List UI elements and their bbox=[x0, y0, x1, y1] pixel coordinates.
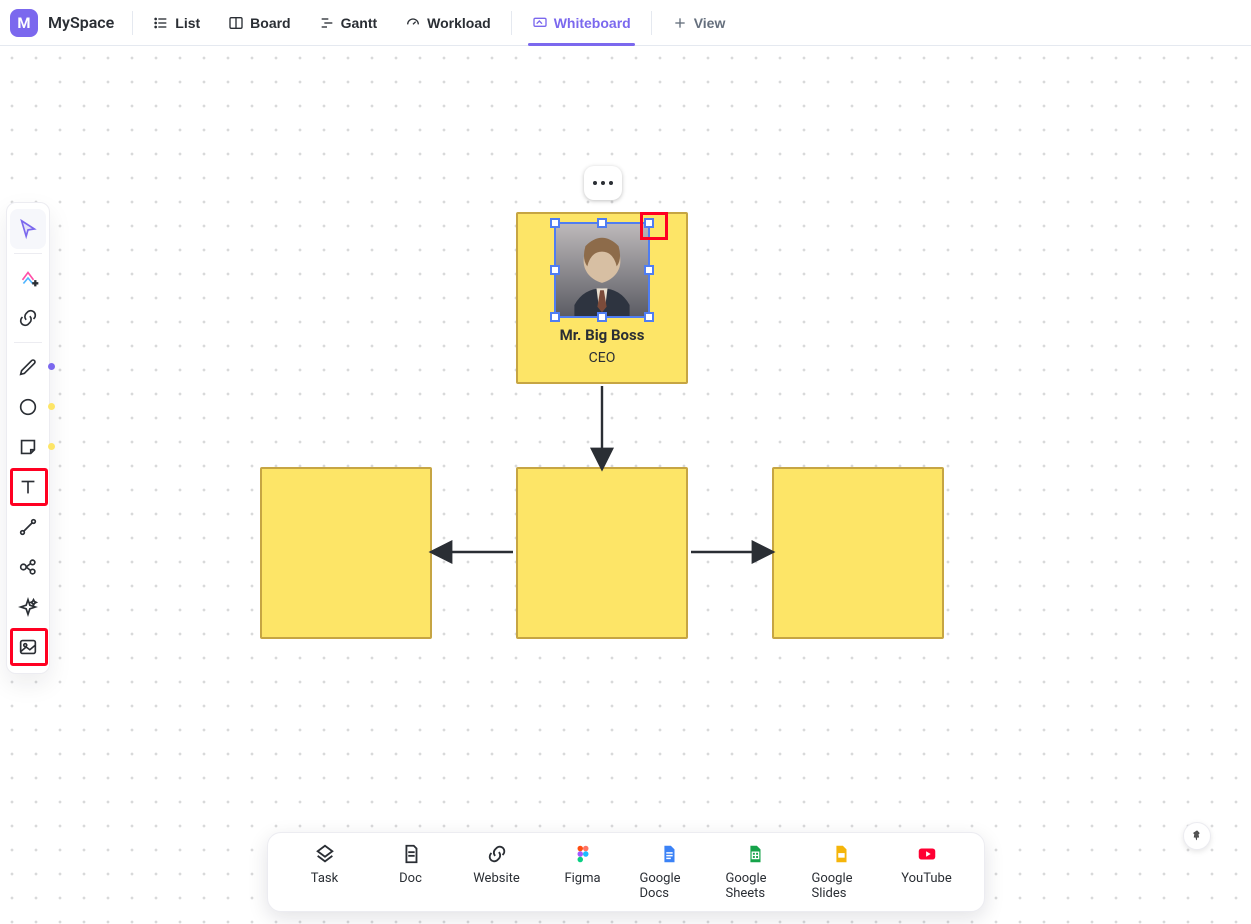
tab-board-label: Board bbox=[250, 15, 290, 31]
tool-shape[interactable] bbox=[10, 387, 46, 427]
shelf-gdocs[interactable]: Google Docs bbox=[640, 843, 698, 901]
sticky-icon bbox=[17, 436, 39, 458]
svg-text:+: + bbox=[33, 278, 38, 288]
gslides-icon bbox=[830, 843, 852, 865]
shelf-gdocs-label: Google Docs bbox=[640, 871, 698, 901]
tool-ai[interactable] bbox=[10, 587, 46, 627]
text-icon bbox=[17, 476, 39, 498]
plus-icon bbox=[672, 15, 688, 31]
whiteboard-icon bbox=[532, 15, 548, 31]
link-icon bbox=[17, 307, 39, 329]
side-toolbar: + bbox=[6, 202, 50, 674]
shelf-website[interactable]: Website bbox=[468, 843, 526, 901]
space-name[interactable]: MySpace bbox=[48, 13, 114, 32]
shelf-gslides-label: Google Slides bbox=[812, 871, 870, 901]
gantt-icon bbox=[319, 15, 335, 31]
add-view-label: View bbox=[694, 15, 726, 31]
figma-icon bbox=[572, 843, 594, 865]
tool-link[interactable] bbox=[10, 298, 46, 338]
shelf-doc-label: Doc bbox=[399, 871, 422, 886]
doc-icon bbox=[400, 843, 422, 865]
shelf-gsheets[interactable]: Google Sheets bbox=[726, 843, 784, 901]
pen-icon bbox=[17, 356, 39, 378]
separator bbox=[511, 11, 512, 35]
top-header: M MySpace List Board Gantt Workload Whit… bbox=[0, 0, 1251, 46]
shelf-figma[interactable]: Figma bbox=[554, 843, 612, 901]
gsheets-icon bbox=[744, 843, 766, 865]
tool-connector[interactable] bbox=[10, 507, 46, 547]
ceo-name: Mr. Big Boss bbox=[560, 326, 645, 344]
person-illustration bbox=[556, 224, 648, 316]
tab-whiteboard-label: Whiteboard bbox=[554, 15, 631, 31]
resize-handle-w[interactable] bbox=[550, 265, 560, 275]
tool-group[interactable] bbox=[10, 547, 46, 587]
website-icon bbox=[486, 843, 508, 865]
image-icon bbox=[17, 636, 39, 658]
tab-workload[interactable]: Workload bbox=[393, 1, 503, 45]
org-card-ceo[interactable]: Mr. Big Boss CEO bbox=[516, 212, 688, 384]
resize-handle-s[interactable] bbox=[597, 312, 607, 322]
tool-image[interactable] bbox=[10, 627, 46, 667]
pen-color-dot bbox=[48, 363, 55, 370]
pin-shelf-button[interactable] bbox=[1183, 822, 1211, 850]
ceo-photo[interactable] bbox=[556, 224, 648, 316]
resize-handle-n[interactable] bbox=[597, 218, 607, 228]
shelf-youtube[interactable]: YouTube bbox=[898, 843, 956, 901]
tab-board[interactable]: Board bbox=[216, 1, 302, 45]
add-view-button[interactable]: View bbox=[660, 1, 738, 45]
group-icon bbox=[17, 556, 39, 578]
clickup-icon: + bbox=[17, 267, 39, 289]
list-icon bbox=[153, 15, 169, 31]
shelf-figma-label: Figma bbox=[564, 871, 600, 886]
tab-list[interactable]: List bbox=[141, 1, 212, 45]
board-icon bbox=[228, 15, 244, 31]
tool-select[interactable] bbox=[10, 209, 46, 249]
tab-gantt-label: Gantt bbox=[341, 15, 378, 31]
resize-handle-se[interactable] bbox=[644, 312, 654, 322]
gdocs-icon bbox=[658, 843, 680, 865]
separator bbox=[651, 11, 652, 35]
shelf-task-label: Task bbox=[311, 871, 338, 886]
shelf-gsheets-label: Google Sheets bbox=[726, 871, 784, 901]
org-card-empty-2[interactable] bbox=[516, 467, 688, 639]
sparkle-icon bbox=[17, 596, 39, 618]
cursor-icon bbox=[17, 218, 39, 240]
annotation-highlight-ne-handle bbox=[640, 212, 668, 240]
insert-shelf: Task Doc Website Figma Google Docs Googl… bbox=[267, 832, 985, 912]
sticky-color-dot bbox=[48, 443, 55, 450]
tab-whiteboard[interactable]: Whiteboard bbox=[520, 1, 643, 45]
tab-workload-label: Workload bbox=[427, 15, 491, 31]
separator bbox=[132, 11, 133, 35]
shelf-doc[interactable]: Doc bbox=[382, 843, 440, 901]
resize-handle-nw[interactable] bbox=[550, 218, 560, 228]
org-card-empty-1[interactable] bbox=[260, 467, 432, 639]
selected-image-frame[interactable] bbox=[554, 222, 650, 318]
resize-handle-sw[interactable] bbox=[550, 312, 560, 322]
whiteboard-canvas[interactable]: Mr. Big Boss CEO bbox=[0, 46, 1251, 924]
tool-text[interactable] bbox=[10, 467, 46, 507]
workload-icon bbox=[405, 15, 421, 31]
pin-icon bbox=[1190, 829, 1204, 843]
context-menu-button[interactable] bbox=[584, 166, 622, 200]
resize-handle-e[interactable] bbox=[644, 265, 654, 275]
youtube-icon bbox=[916, 843, 938, 865]
connector-icon bbox=[17, 516, 39, 538]
shape-color-dot bbox=[48, 403, 55, 410]
tab-list-label: List bbox=[175, 15, 200, 31]
shelf-task[interactable]: Task bbox=[296, 843, 354, 901]
shelf-website-label: Website bbox=[473, 871, 520, 886]
shape-icon bbox=[17, 396, 39, 418]
tab-gantt[interactable]: Gantt bbox=[307, 1, 390, 45]
tool-sticky[interactable] bbox=[10, 427, 46, 467]
org-card-empty-3[interactable] bbox=[772, 467, 944, 639]
ceo-role: CEO bbox=[589, 350, 616, 366]
task-icon bbox=[314, 843, 336, 865]
tool-clickup[interactable]: + bbox=[10, 258, 46, 298]
space-avatar[interactable]: M bbox=[10, 9, 38, 37]
shelf-youtube-label: YouTube bbox=[901, 871, 952, 886]
tool-pen[interactable] bbox=[10, 347, 46, 387]
shelf-gslides[interactable]: Google Slides bbox=[812, 843, 870, 901]
